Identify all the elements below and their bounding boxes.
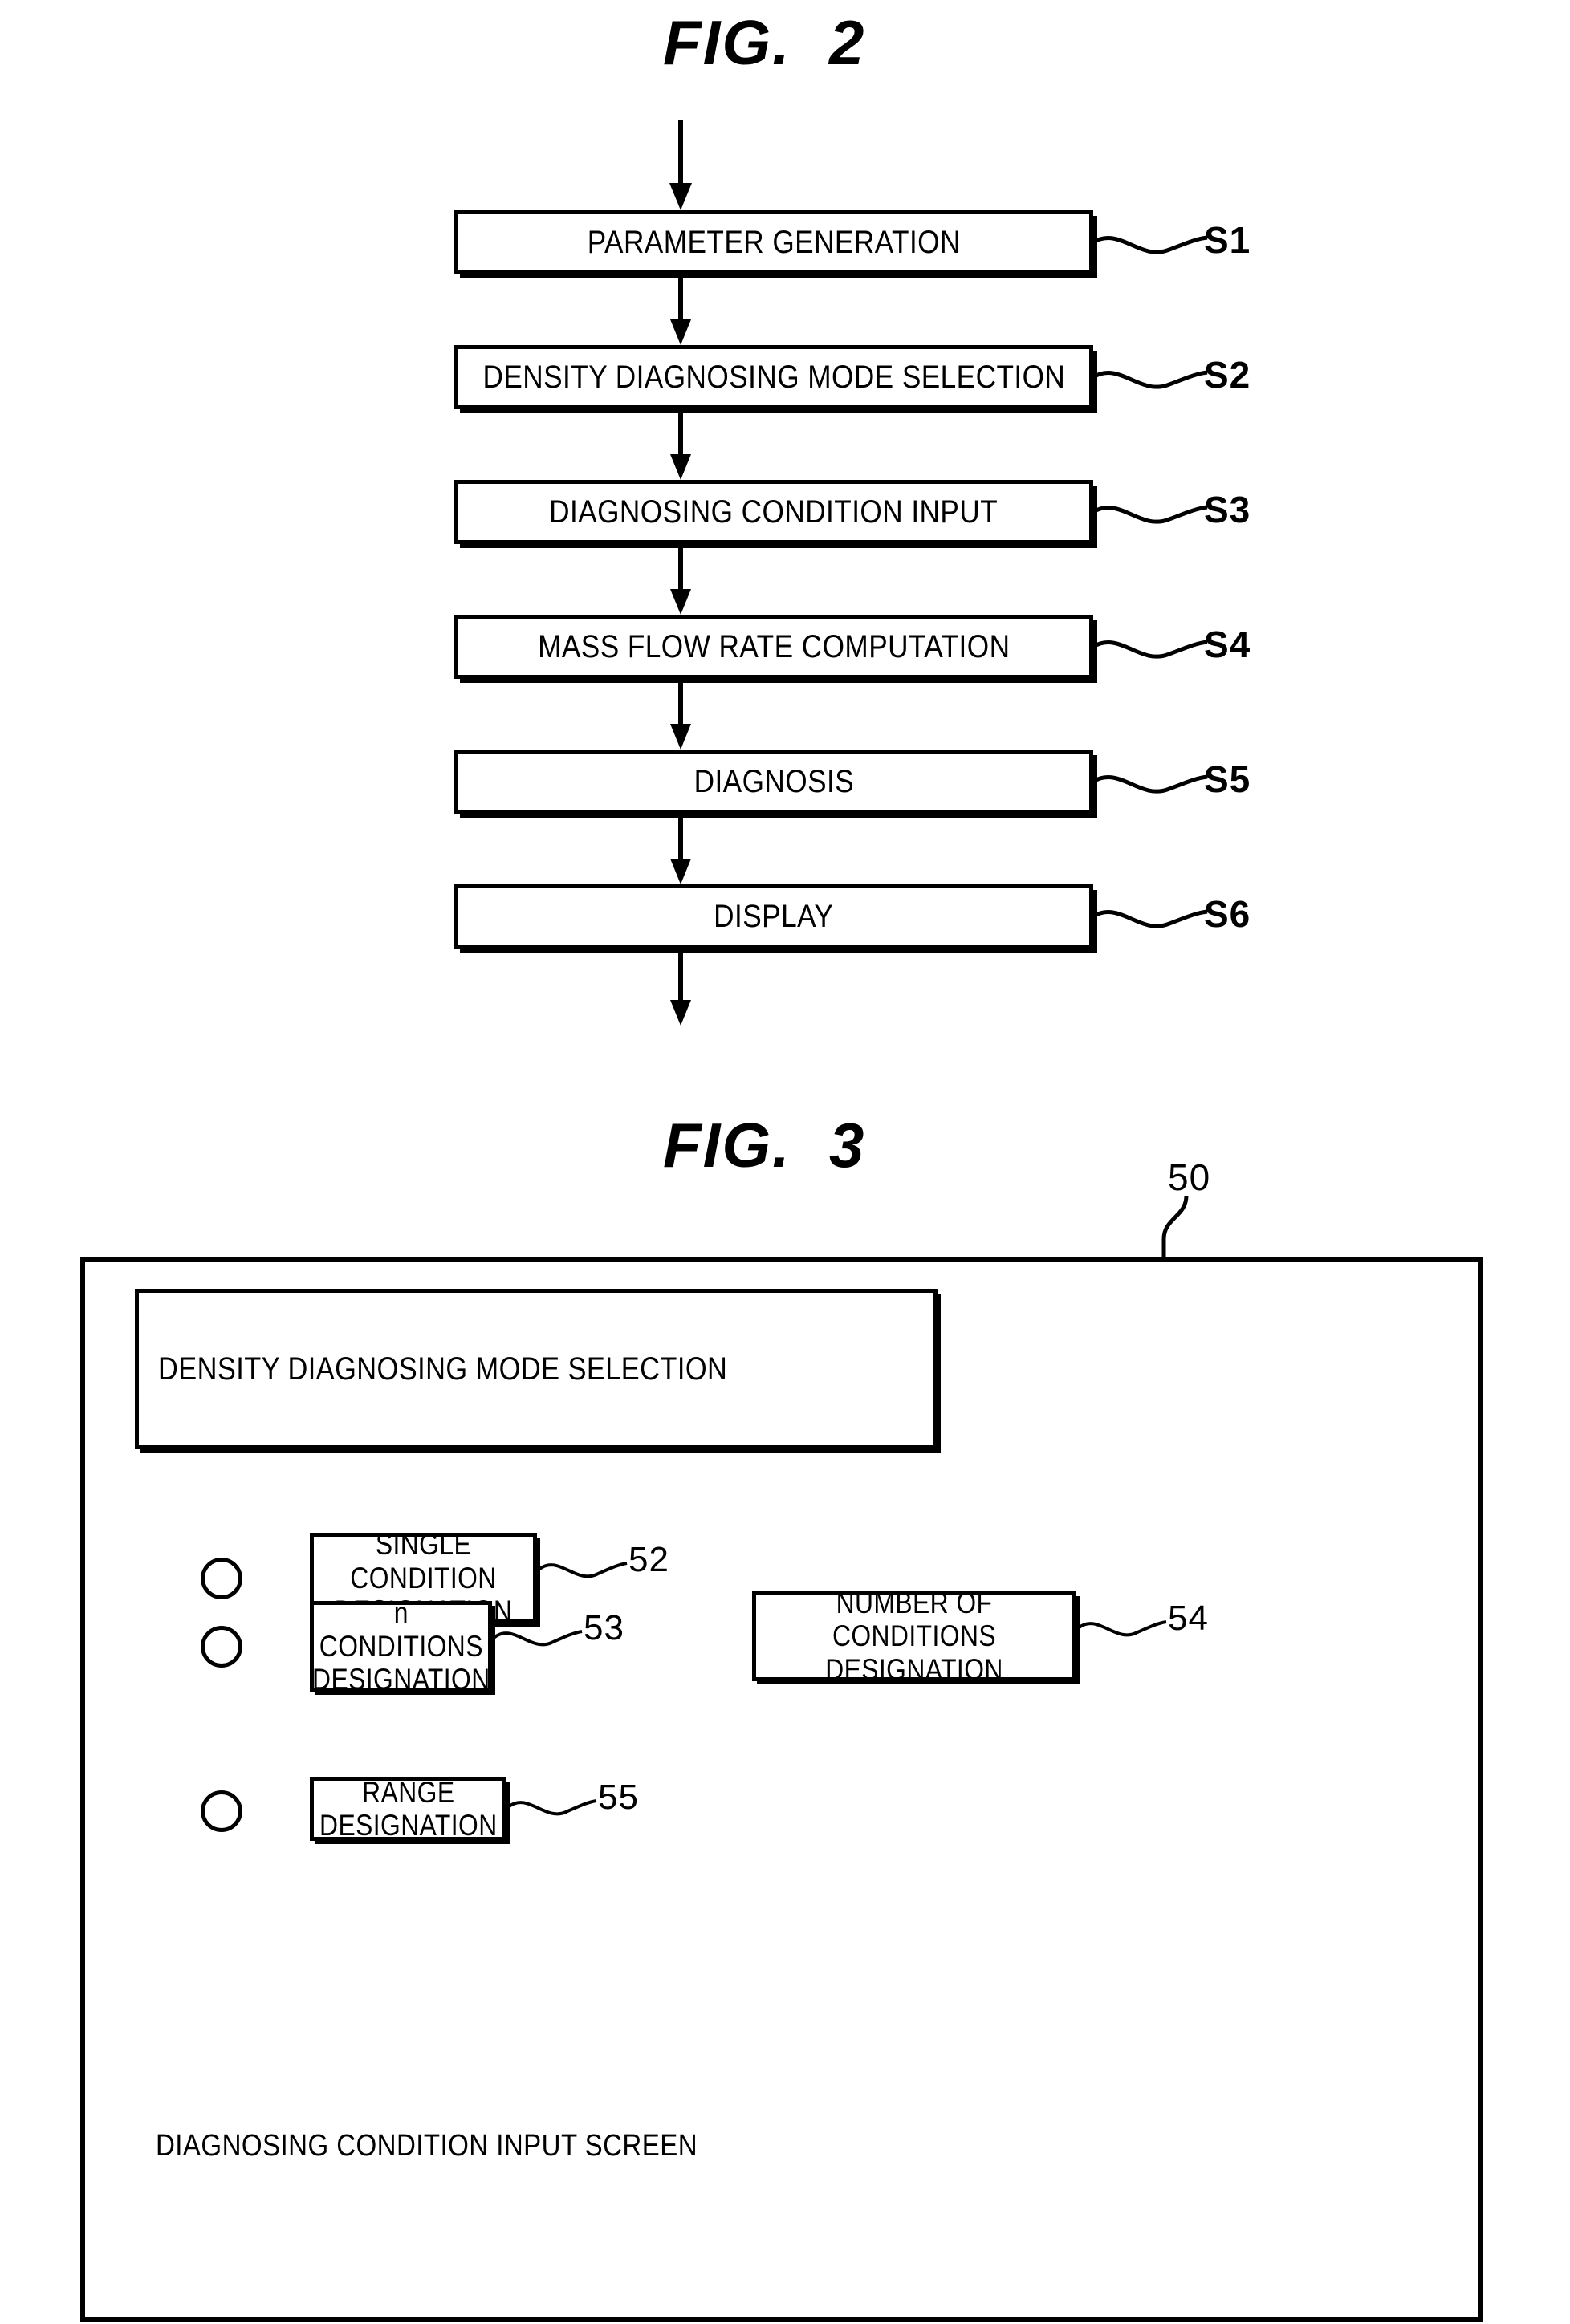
flow-step-diagnosing-condition-input: DIAGNOSING CONDITION INPUT — [454, 480, 1093, 544]
flow-step-label: DIAGNOSIS — [693, 764, 854, 799]
flow-step-label: MASS FLOW RATE COMPUTATION — [537, 629, 1011, 664]
step-tag-s2: S2 — [1204, 354, 1251, 396]
flow-step-mass-flow-rate-computation: MASS FLOW RATE COMPUTATION — [454, 615, 1093, 679]
screen-ref-50: 50 — [1168, 1156, 1211, 1198]
option-box-n-conditions-designation[interactable]: n CONDITIONS DESIGNATION — [310, 1596, 492, 1696]
radio-single-condition-designation[interactable] — [201, 1558, 242, 1599]
diagnosing-condition-input-screen: DENSITY DIAGNOSING MODE SELECTION SINGLE… — [80, 1257, 1483, 2322]
flow-step-density-diagnosing-mode-selection: DENSITY DIAGNOSING MODE SELECTION — [454, 345, 1093, 409]
step-tag-s5: S5 — [1204, 758, 1251, 800]
flow-step-label: PARAMETER GENERATION — [587, 225, 961, 260]
step-tag-s1: S1 — [1204, 219, 1251, 261]
step-tag-s4: S4 — [1204, 624, 1251, 665]
fig2-connector-5-6 — [670, 814, 691, 884]
fig3-title: FIG. 3 — [663, 1110, 866, 1180]
mode-selection-header-label: DENSITY DIAGNOSING MODE SELECTION — [158, 1351, 728, 1387]
fig2-exit-arrow — [670, 949, 691, 1026]
flow-step-display: DISPLAY — [454, 884, 1093, 949]
option-ref-55: 55 — [598, 1778, 639, 1817]
flow-step-label: DENSITY DIAGNOSING MODE SELECTION — [482, 360, 1065, 395]
flow-step-label: DISPLAY — [714, 899, 834, 934]
option-box-range-designation[interactable]: RANGE DESIGNATION — [310, 1775, 506, 1842]
flow-step-parameter-generation: PARAMETER GENERATION — [454, 210, 1093, 274]
fig2-connector-1-2 — [670, 274, 691, 345]
fig2-connector-4-5 — [670, 679, 691, 750]
option-label-range-designation: RANGE DESIGNATION — [319, 1775, 498, 1842]
fig2-entry-arrow — [669, 120, 692, 210]
fig2-connector-3-4 — [670, 544, 691, 615]
mode-selection-header-box: DENSITY DIAGNOSING MODE SELECTION — [135, 1289, 938, 1449]
step-tag-s6: S6 — [1204, 893, 1251, 935]
radio-n-conditions-designation[interactable] — [201, 1626, 242, 1668]
flow-step-label: DIAGNOSING CONDITION INPUT — [549, 494, 999, 530]
screen-caption: DIAGNOSING CONDITION INPUT SCREEN — [156, 2129, 698, 2163]
option-label-n-conditions-designation: n CONDITIONS DESIGNATION — [311, 1596, 490, 1696]
fig2-title: FIG. 2 — [663, 7, 866, 78]
flow-step-diagnosis: DIAGNOSIS — [454, 750, 1093, 814]
number-of-conditions-designation-box[interactable]: NUMBER OF CONDITIONS DESIGNATION — [752, 1587, 1076, 1686]
step-tag-s3: S3 — [1204, 489, 1251, 530]
option-ref-54: 54 — [1168, 1599, 1209, 1638]
option-ref-53: 53 — [584, 1608, 624, 1648]
number-of-conditions-designation-label: NUMBER OF CONDITIONS DESIGNATION — [825, 1586, 1003, 1686]
fig2-connector-2-3 — [670, 409, 691, 480]
option-ref-52: 52 — [628, 1540, 669, 1579]
radio-range-designation[interactable] — [201, 1790, 242, 1832]
